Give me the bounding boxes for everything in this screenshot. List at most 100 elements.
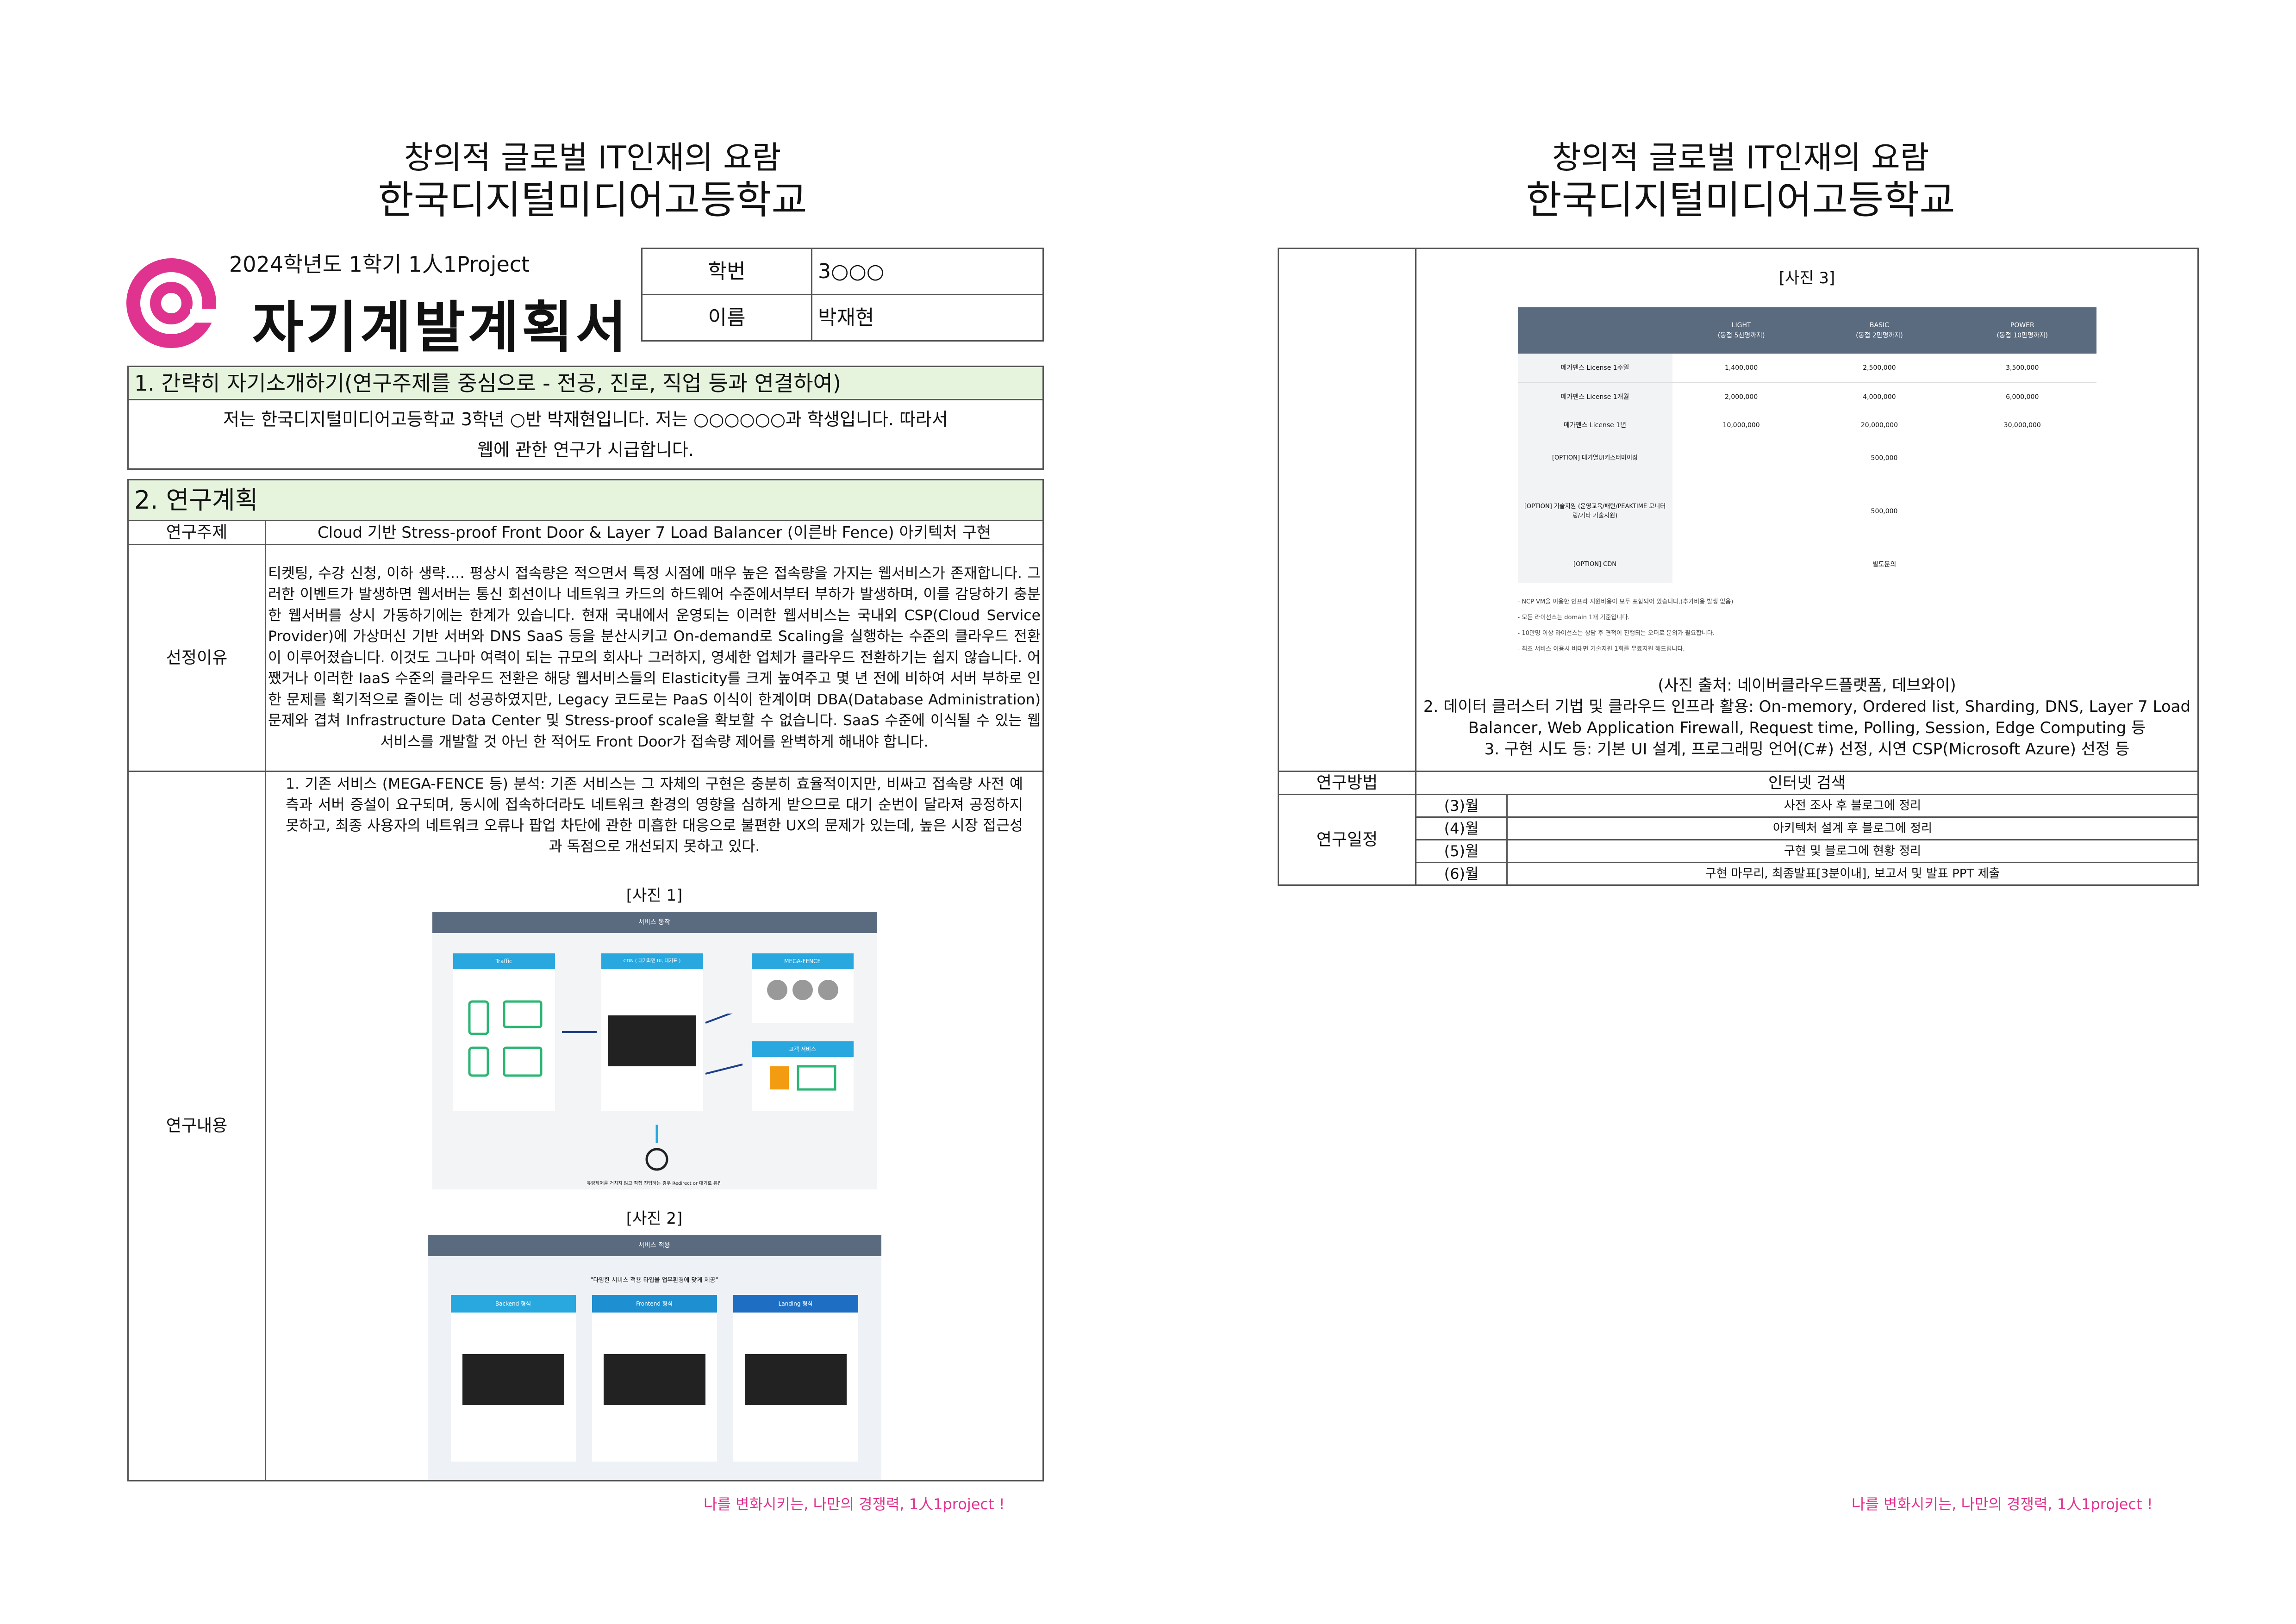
schedule-month: (4)월 <box>1415 816 1508 840</box>
pricing-sub-power: (동접 10만명까지) <box>1997 332 2048 339</box>
section2-title: 2. 연구계획 <box>127 479 1044 521</box>
fig2-col-backend-label: Backend 형식 <box>450 1295 576 1313</box>
left-footer: 나를 변화시키는, 나만의 경쟁력, 1人1project ! <box>704 1495 1005 1513</box>
pricing-row-label: 메가펜스 License 1주일 <box>1517 354 1672 382</box>
right-footer: 나를 변화시키는, 나만의 경쟁력, 1人1project ! <box>1852 1495 2153 1513</box>
photo-source: (사진 출처: 네이버클라우드플랫폼, 데브와이) <box>1658 676 1956 695</box>
fig2-col-backend: Backend 형식 <box>450 1295 576 1462</box>
continued-label-cell <box>1278 248 1416 772</box>
servers-icon <box>767 980 838 1000</box>
fig1-note: 유량제어를 거치지 않고 직접 진입하는 경우 Redirect or 대기로 … <box>586 1181 722 1186</box>
method-label: 연구방법 <box>1278 771 1416 795</box>
pricing-header-0 <box>1518 307 1672 354</box>
section2-table: 2. 연구계획 연구주제 Cloud 기반 Stress-proof Front… <box>127 479 1044 1481</box>
schedule-label: 연구일정 <box>1278 794 1416 886</box>
content-label: 연구내용 <box>127 771 266 1481</box>
schedule-task: 아키텍처 설계 후 블로그에 정리 <box>1506 816 2199 840</box>
fig1-header: 서비스 동작 <box>432 912 877 933</box>
reason-label: 선정이유 <box>127 544 266 772</box>
student-no-label: 학번 <box>641 248 812 295</box>
pricing-option-price: 500,000 <box>1871 508 1898 515</box>
photo3-caption: [사진 3] <box>1778 269 1835 287</box>
pricing-sub-light: (동접 5천명까지) <box>1717 332 1765 339</box>
pricing-notes: - NCP VM을 이용한 인프라 지원비용이 모두 포함되어 있습니다.(추가… <box>1518 594 2096 657</box>
pricing-row-label: 메가펜스 License 1개월 <box>1517 382 1672 411</box>
section1-table: 1. 간략히 자기소개하기(연구주제를 중심으로 - 전공, 진로, 직업 등과… <box>127 366 1044 470</box>
fig2-col-landing-label: Landing 형식 <box>733 1295 858 1313</box>
firewall-icon <box>770 1065 836 1091</box>
fig2-subtitle: "다양한 서비스 적용 타입을 업무환경에 맞게 제공" <box>590 1277 718 1284</box>
student-id-table: 학번 3○○○ 이름 박재현 <box>641 248 1044 342</box>
pricing-cell: 30,000,000 <box>2003 422 2041 429</box>
pricing-option-price: 별도문의 <box>1872 561 1897 568</box>
fig1-origin-label: 고객 서비스 <box>751 1041 854 1057</box>
term-label: 2024학년도 1학기 1人1Project <box>229 252 530 277</box>
continued-table: [사진 3] LIGHT (동접 5천명까지) BASIC (동접 2만명까지) P… <box>1278 248 2199 886</box>
school-logo-icon <box>126 258 218 348</box>
name-value: 박재현 <box>811 294 1044 342</box>
reason-value: 티켓팅, 수강 신청, 이하 생략…. 평상시 접속량은 적으면서 특정 시점에… <box>265 544 1044 772</box>
pricing-cell: 6,000,000 <box>2006 393 2039 401</box>
pricing-header-light: LIGHT <box>1731 322 1751 329</box>
schedule-task: 구현 마무리, 최종발표[3분이내], 보고서 및 발표 PPT 제출 <box>1506 862 2199 886</box>
content-item-1: 1. 기존 서비스 (MEGA-FENCE 등) 분석: 기존 서비스는 그 자… <box>286 776 1023 855</box>
fig1-cdn-label: CDN ( 대기화면 UI, 대기표 ) <box>601 953 703 969</box>
pricing-cell: 1,400,000 <box>1725 364 1758 372</box>
pricing-cell: 3,500,000 <box>2006 364 2039 372</box>
schedule-month: (6)월 <box>1415 862 1508 886</box>
pricing-note: - 최초 서비스 이용시 비대면 기술지원 1회를 무료지원 해드립니다. <box>1517 646 1685 653</box>
pricing-cell: 10,000,000 <box>1722 422 1760 429</box>
photo3-pricing-figure: LIGHT (동접 5천명까지) BASIC (동접 2만명까지) POWER (동접… <box>1517 307 2096 657</box>
fig1-traffic-box: Traffic <box>453 953 555 1111</box>
fig1-megafence-label: MEGA-FENCE <box>751 953 854 969</box>
pricing-cell: 2,500,000 <box>1863 364 1896 372</box>
fig2-screen-1 <box>462 1354 564 1405</box>
doc-title: 자기계발계획서 <box>252 296 630 360</box>
name-label: 이름 <box>641 294 812 342</box>
pricing-cell: 4,000,000 <box>1863 393 1896 401</box>
pricing-note: - 모든 라이선스는 domain 1개 기준입니다. <box>1517 614 1630 621</box>
fig1-origin-box: 고객 서비스 <box>751 1041 854 1111</box>
fig1-arrows <box>562 1014 742 1075</box>
topic-value: Cloud 기반 Stress-proof Front Door & Layer… <box>265 520 1044 545</box>
intro-line-1: 저는 한국디지털미디어고등학교 3학년 ○반 박재현입니다. 저는 ○○○○○○… <box>223 409 948 429</box>
left-school-name: 한국디지털미디어고등학교 <box>378 177 807 223</box>
pricing-note: - NCP VM을 이용한 인프라 지원비용이 모두 포함되어 있습니다.(추가… <box>1517 598 1734 605</box>
photo1-caption: [사진 1] <box>626 886 683 905</box>
schedule-month: (5)월 <box>1415 839 1508 863</box>
content-item-3: 3. 구현 시도 등: 기본 UI 설계, 프로그래밍 언어(C#) 선정, 시… <box>1484 740 2130 759</box>
pricing-header-power: POWER <box>2010 322 2034 329</box>
topic-label: 연구주제 <box>127 520 266 545</box>
schedule-month: (3)월 <box>1415 794 1508 818</box>
fig2-col-landing: Landing 형식 <box>733 1295 858 1462</box>
right-school-name: 한국디지털미디어고등학교 <box>1526 177 1955 223</box>
fig1-traffic-label: Traffic <box>453 953 555 969</box>
pricing-option-label: [OPTION] CDN <box>1517 546 1672 583</box>
fig2-col-frontend: Frontend 형식 <box>592 1295 717 1462</box>
fig2-col-frontend-label: Frontend 형식 <box>592 1295 717 1313</box>
section1-title: 1. 간략히 자기소개하기(연구주제를 중심으로 - 전공, 진로, 직업 등과… <box>127 366 1044 400</box>
photo2-service-figure: 서비스 적용 "다양한 서비스 적용 타입을 업무환경에 맞게 제공" Back… <box>427 1235 881 1480</box>
devices-icon <box>468 1000 542 1077</box>
pricing-table: LIGHT (동접 5천명까지) BASIC (동접 2만명까지) POWER (동접… <box>1517 307 2096 583</box>
pricing-sub-basic: (동접 2만명까지) <box>1856 332 1903 339</box>
pricing-row-label: 메가펜스 License 1년 <box>1517 411 1672 440</box>
fig2-screen-2 <box>603 1354 705 1405</box>
pricing-cell: 20,000,000 <box>1860 422 1898 429</box>
pricing-header-basic: BASIC <box>1869 322 1889 329</box>
content-item-2: 2. 데이터 클러스터 기법 및 클라우드 인프라 활용: On-memory,… <box>1423 697 2191 737</box>
photo2-caption: [사진 2] <box>626 1209 683 1228</box>
pricing-option-label: [OPTION] 기술지원 (운영교육/패턴/PEAKTIME 모니터링/기타 … <box>1517 477 1672 546</box>
pricing-option-price: 500,000 <box>1871 454 1898 462</box>
pricing-cell: 2,000,000 <box>1725 393 1758 401</box>
student-no-value: 3○○○ <box>811 248 1044 295</box>
fig2-header: 서비스 적용 <box>427 1235 881 1256</box>
attacker-icon <box>645 1125 668 1171</box>
fig2-screen-3 <box>744 1354 847 1405</box>
photo1-architecture-figure: 서비스 동작 Traffic CDN ( 대기화면 UI, 대기표 ) MEGA <box>432 912 877 1189</box>
fig1-megafence-box: MEGA-FENCE <box>751 953 854 1023</box>
schedule-task: 구현 및 블로그에 현황 정리 <box>1506 839 2199 863</box>
pricing-note: - 10만명 이상 라이선스는 상담 후 견적이 진행되는 오퍼로 문의가 필요… <box>1517 630 1715 637</box>
pricing-option-label: [OPTION] 대기열UI커스터마이징 <box>1517 440 1672 477</box>
schedule-task: 사전 조사 후 블로그에 정리 <box>1506 794 2199 818</box>
